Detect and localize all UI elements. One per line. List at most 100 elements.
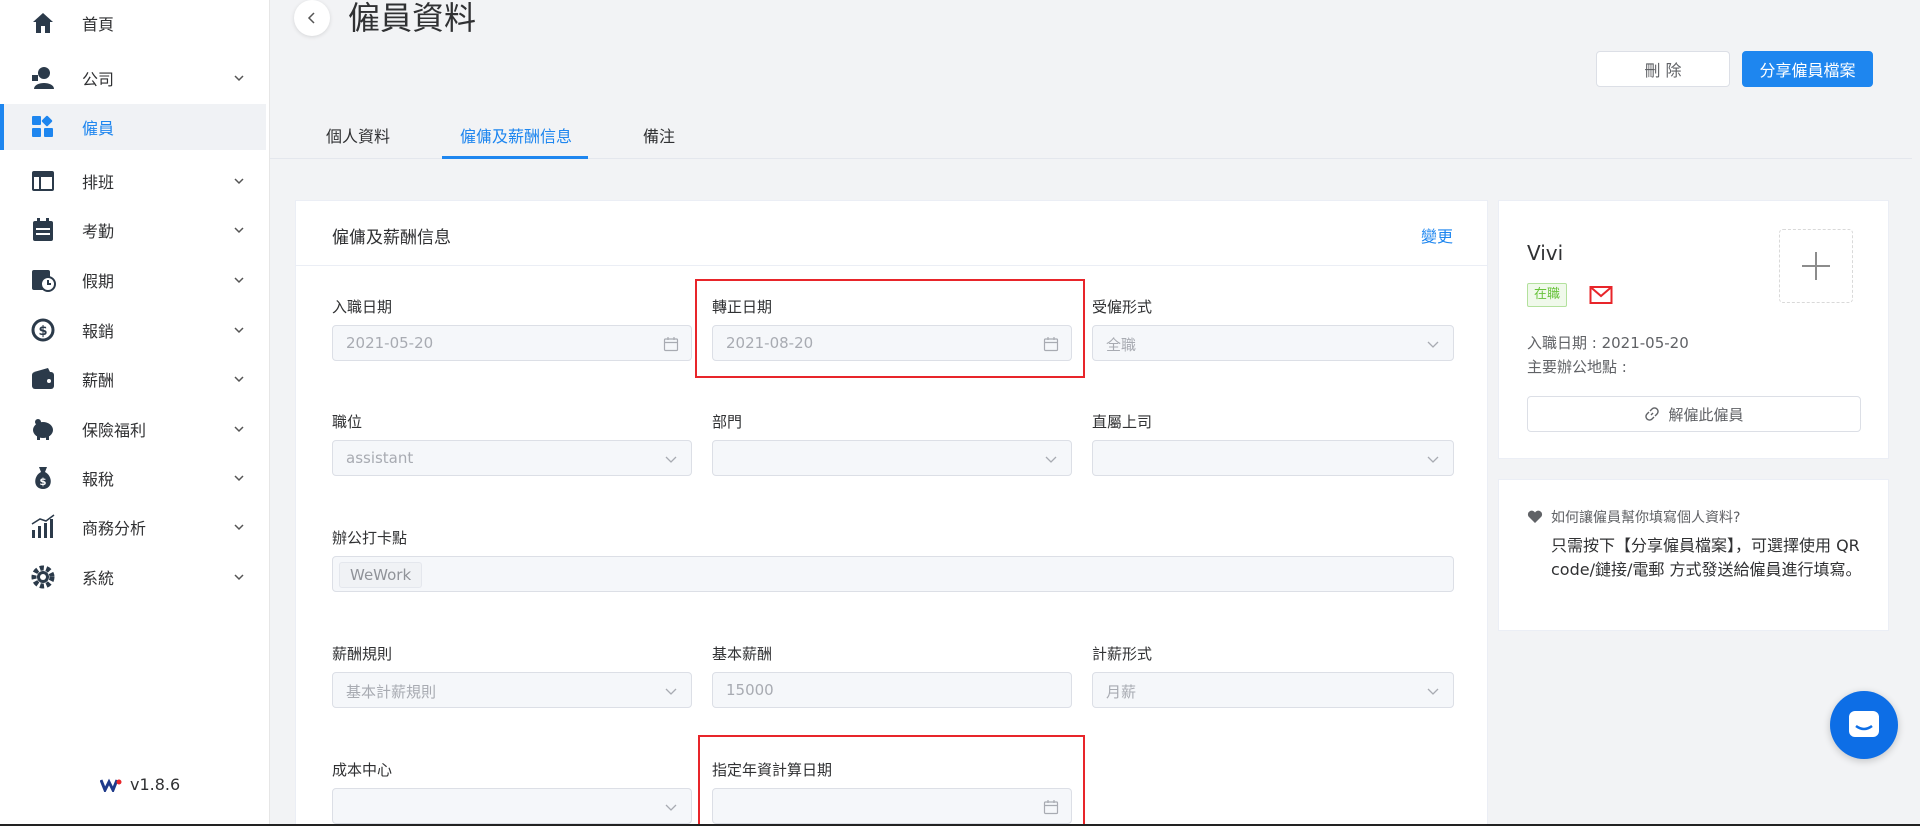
employees-icon: [30, 114, 56, 140]
sidebar-item-label: 保險福利: [82, 421, 147, 440]
supervisor-select[interactable]: [1092, 440, 1454, 476]
chevron-down-icon: [234, 227, 244, 234]
settings-icon: [30, 564, 56, 590]
join-date-field[interactable]: 2021-05-20: [332, 325, 692, 361]
sidebar-item-employees[interactable]: 僱員: [0, 104, 266, 150]
tab-personal-info[interactable]: 個人資料: [326, 123, 390, 147]
schedule-icon: [30, 168, 56, 194]
piggy-bank-icon: [30, 416, 56, 442]
position-label: 職位: [332, 413, 363, 431]
share-profile-button[interactable]: 分享僱員檔案: [1742, 51, 1873, 87]
company-icon: [30, 65, 56, 91]
sidebar-item-insurance[interactable]: 保險福利: [0, 406, 266, 452]
calendar-icon: [663, 337, 679, 352]
chevron-down-icon: [1427, 688, 1439, 695]
card-header: 僱傭及薪酬信息 變更: [296, 201, 1487, 266]
mail-icon[interactable]: [1589, 284, 1613, 306]
sidebar-item-system[interactable]: 系統: [0, 554, 266, 600]
sidebar-item-reimbursement[interactable]: $ 報銷: [0, 307, 266, 353]
reimbursement-icon: $: [30, 317, 56, 343]
employee-name: Vivi: [1527, 241, 1564, 265]
sidebar-item-label: 報稅: [82, 470, 115, 489]
employment-type-value: 全職: [1106, 336, 1137, 354]
employment-type-label: 受僱形式: [1092, 298, 1153, 316]
help-answer: 只需按下【分享僱員檔案】，可選擇使用 QR code/鏈接/電郵 方式發送給僱員…: [1551, 536, 1862, 579]
sidebar: 首頁 公司 僱員 排班 考勤 假期 $ 報銷 薪酬 保險福利 $ 報稅 商務分析…: [0, 0, 270, 826]
chevron-down-icon: [234, 277, 244, 284]
sidebar-item-tax[interactable]: $ 報稅: [0, 455, 266, 501]
link-icon: [1645, 407, 1660, 421]
salary-rule-value: 基本計薪規則: [346, 683, 437, 701]
profile-panel: Vivi 在職 入職日期 : 2021-05-20 主要辦公地點 : 解僱此僱員: [1498, 200, 1889, 459]
base-salary-value: 15000: [726, 681, 774, 699]
delete-button[interactable]: 刪 除: [1596, 51, 1730, 87]
help-question-text: 如何讓僱員幫你填寫個人資料?: [1551, 510, 1741, 526]
sidebar-item-label: 排班: [82, 173, 115, 192]
help-question: 如何讓僱員幫你填寫個人資料?: [1527, 507, 1740, 527]
employment-type-select[interactable]: 全職: [1092, 325, 1454, 361]
profile-join-date: 入職日期 : 2021-05-20: [1527, 334, 1689, 352]
sidebar-item-label: 薪酬: [82, 371, 115, 390]
sidebar-item-label: 商務分析: [82, 519, 147, 538]
join-date-value: 2021-05-20: [346, 334, 434, 352]
chevron-down-icon: [234, 475, 244, 482]
avatar-upload[interactable]: [1779, 229, 1853, 303]
money-bag-icon: $: [30, 465, 56, 491]
sidebar-item-schedule[interactable]: 排班: [0, 158, 266, 204]
sidebar-item-label: 系統: [82, 569, 115, 588]
position-select[interactable]: assistant: [332, 440, 692, 476]
help-panel: 如何讓僱員幫你填寫個人資料? 只需按下【分享僱員檔案】，可選擇使用 QR cod…: [1498, 479, 1889, 631]
app-version: v1.8.6: [100, 775, 180, 794]
sidebar-item-attendance[interactable]: 考勤: [0, 207, 266, 253]
sidebar-item-company[interactable]: 公司: [0, 55, 266, 101]
highlight-confirm-date: [695, 279, 1085, 378]
sidebar-item-analytics[interactable]: 商務分析: [0, 504, 266, 550]
base-salary-input[interactable]: 15000: [712, 672, 1072, 708]
dismiss-employee-button[interactable]: 解僱此僱員: [1527, 396, 1861, 432]
chevron-down-icon: [234, 426, 244, 433]
card-title: 僱傭及薪酬信息: [332, 228, 451, 248]
scrollbar[interactable]: [1912, 0, 1920, 826]
sidebar-item-label: 報銷: [82, 322, 115, 341]
chevron-down-icon: [665, 456, 677, 463]
svg-text:$: $: [38, 324, 47, 339]
department-select[interactable]: [712, 440, 1072, 476]
supervisor-label: 直屬上司: [1092, 413, 1153, 431]
base-salary-label: 基本薪酬: [712, 645, 773, 663]
location-tag: WeWork: [339, 562, 423, 588]
pay-type-value: 月薪: [1106, 683, 1137, 701]
chevron-down-icon: [1427, 456, 1439, 463]
chevron-down-icon: [665, 688, 677, 695]
cost-center-select[interactable]: [332, 788, 692, 824]
logo-icon: [100, 778, 122, 792]
home-icon: [30, 10, 56, 36]
sidebar-item-payroll[interactable]: 薪酬: [0, 356, 266, 402]
analytics-icon: [30, 514, 56, 540]
sidebar-item-home[interactable]: 首頁: [0, 0, 266, 46]
department-label: 部門: [712, 413, 743, 431]
chat-button[interactable]: [1830, 691, 1898, 759]
chevron-down-icon: [234, 376, 244, 383]
clock-location-label: 辦公打卡點: [332, 529, 408, 547]
heart-icon: [1527, 510, 1543, 523]
sidebar-item-label: 公司: [82, 70, 115, 89]
version-label: v1.8.6: [130, 775, 181, 794]
join-date-label: 入職日期: [332, 298, 393, 316]
svg-text:$: $: [40, 477, 47, 488]
back-button[interactable]: [294, 0, 330, 36]
edit-link[interactable]: 變更: [1421, 223, 1453, 247]
active-tab-indicator: [442, 156, 588, 159]
tab-employment-salary[interactable]: 僱傭及薪酬信息: [460, 123, 572, 147]
leave-icon: [30, 267, 56, 293]
attendance-icon: [30, 217, 56, 243]
sidebar-item-leave[interactable]: 假期: [0, 257, 266, 303]
wallet-icon: [30, 366, 56, 392]
sidebar-item-label: 假期: [82, 272, 115, 291]
salary-rule-label: 薪酬規則: [332, 645, 393, 663]
pay-type-select[interactable]: 月薪: [1092, 672, 1454, 708]
clock-location-select[interactable]: WeWork: [332, 556, 1454, 592]
pay-type-label: 計薪形式: [1092, 645, 1153, 663]
chevron-down-icon: [1427, 341, 1439, 348]
salary-rule-select[interactable]: 基本計薪規則: [332, 672, 692, 708]
tab-notes[interactable]: 備注: [643, 123, 675, 147]
